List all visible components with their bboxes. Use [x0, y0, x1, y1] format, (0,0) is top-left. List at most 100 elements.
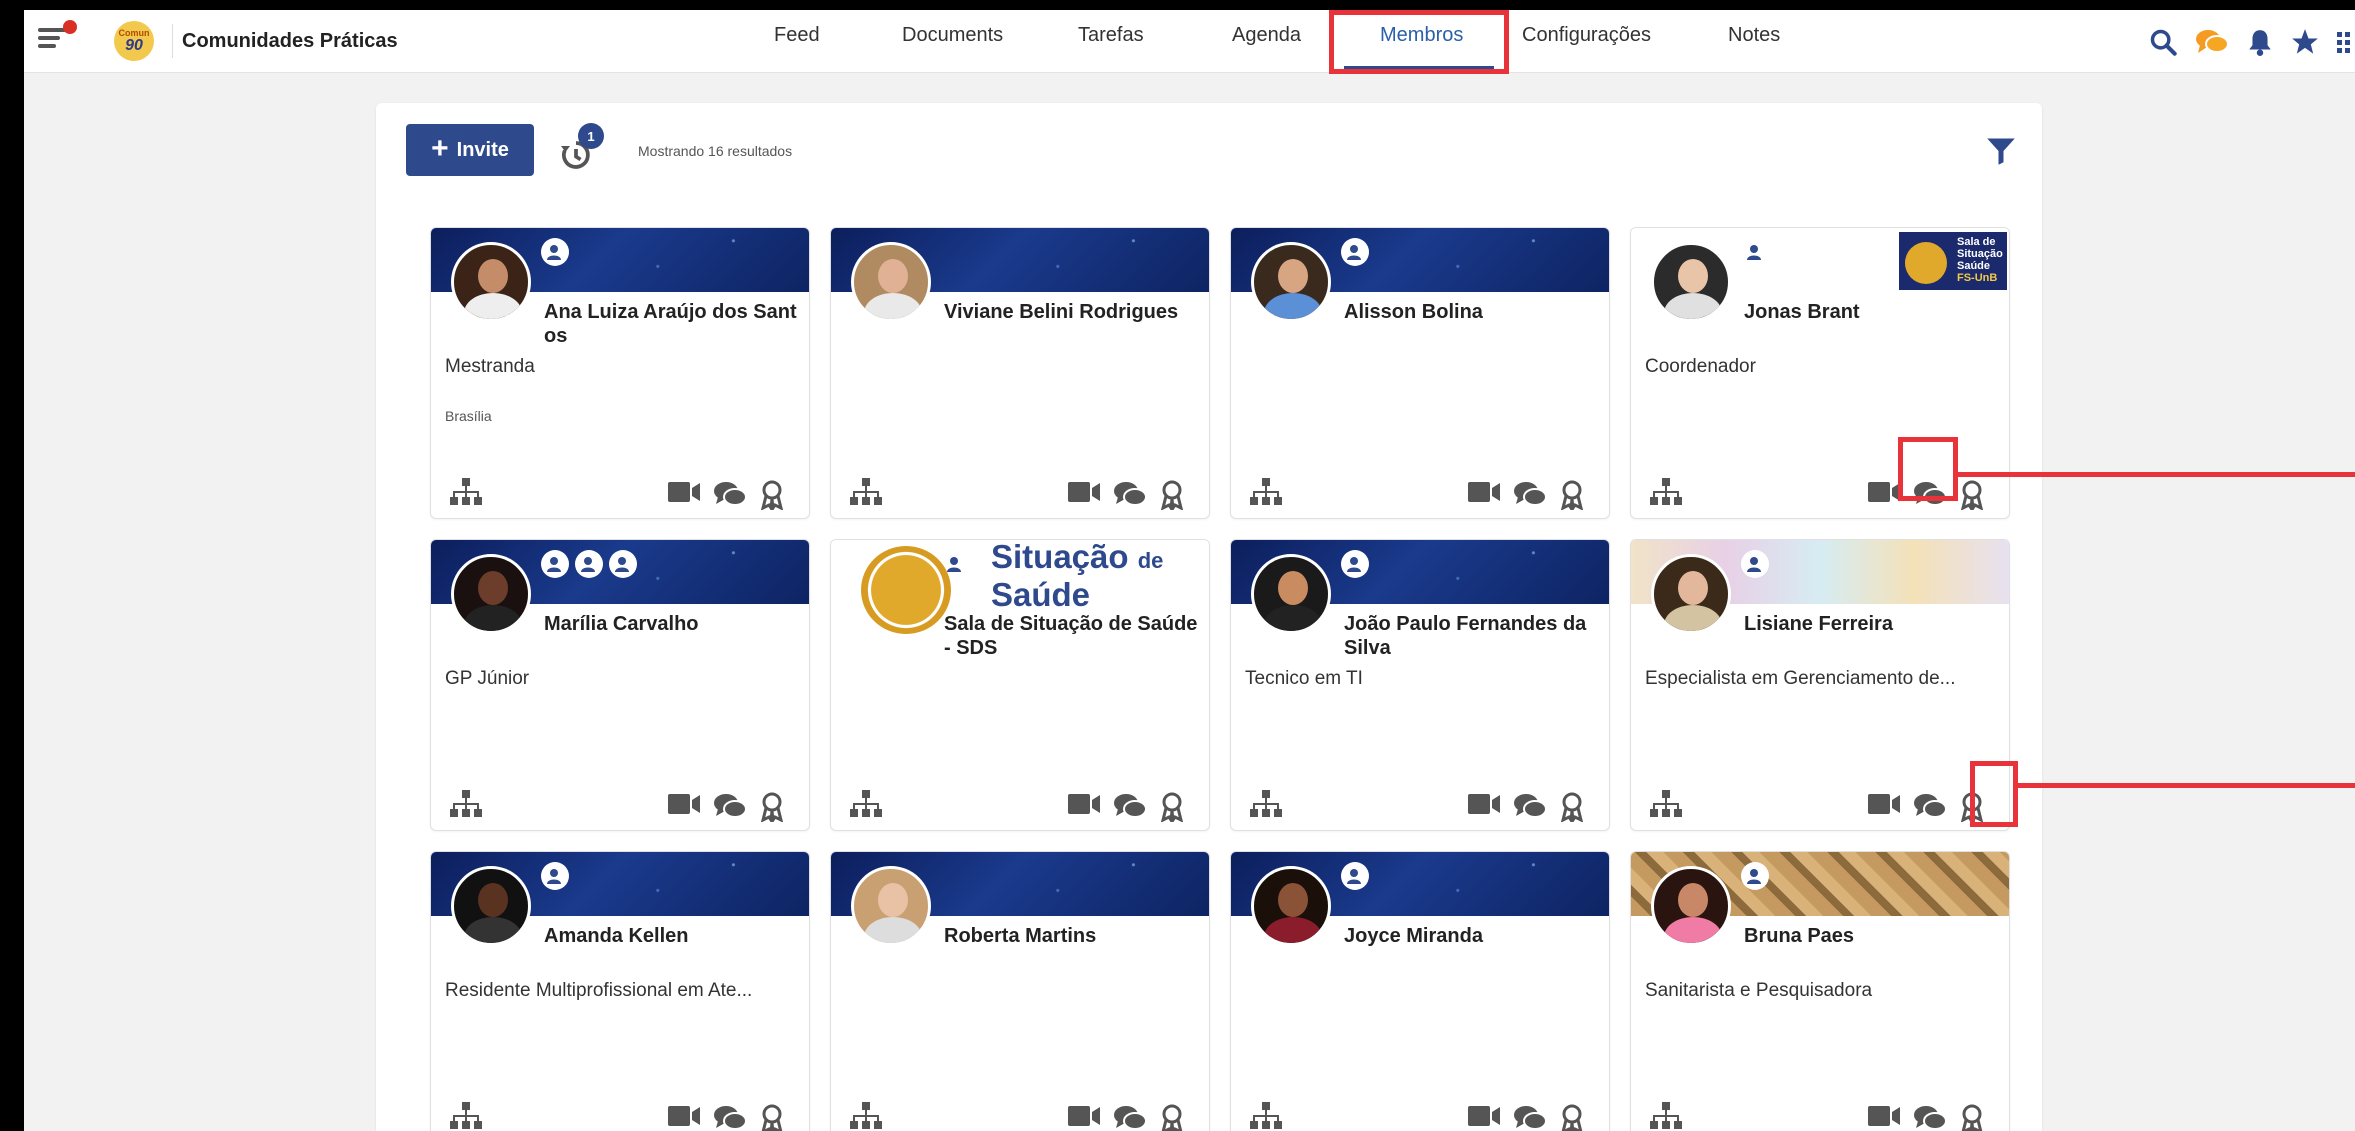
video-call-icon[interactable] — [668, 480, 702, 504]
chat-icon[interactable] — [1513, 1104, 1547, 1131]
member-name[interactable]: Marília Carvalho — [544, 612, 800, 636]
award-icon[interactable] — [760, 480, 784, 510]
video-call-icon[interactable] — [1068, 792, 1102, 816]
org-chart-icon[interactable] — [849, 478, 883, 508]
org-chart-icon[interactable] — [1649, 790, 1683, 820]
member-name[interactable]: Amanda Kellen — [544, 924, 800, 948]
star-icon[interactable] — [2291, 28, 2319, 56]
avatar[interactable] — [1251, 866, 1331, 946]
filter-icon[interactable] — [1986, 137, 2016, 165]
history-button[interactable]: 1 — [558, 123, 608, 173]
tab-agenda[interactable]: Agenda — [1232, 24, 1301, 47]
card-footer — [1631, 780, 2009, 830]
chat-icon[interactable] — [1913, 1104, 1947, 1131]
avatar[interactable] — [451, 242, 531, 322]
org-chart-icon[interactable] — [1249, 1102, 1283, 1131]
tab-membros[interactable]: Membros — [1380, 24, 1463, 47]
invite-button[interactable]: + Invite — [406, 124, 534, 176]
chat-icon[interactable] — [1913, 480, 1947, 508]
org-chart-icon[interactable] — [1649, 1102, 1683, 1131]
avatar[interactable] — [1651, 554, 1731, 634]
award-icon[interactable] — [1160, 792, 1184, 822]
avatar[interactable] — [1251, 242, 1331, 322]
chat-icon[interactable] — [1913, 792, 1947, 820]
video-call-icon[interactable] — [1468, 1104, 1502, 1128]
tab-configuracoes[interactable]: Configurações — [1522, 24, 1651, 47]
org-chart-icon[interactable] — [449, 1102, 483, 1131]
award-icon[interactable] — [760, 1104, 784, 1131]
award-icon[interactable] — [1160, 1104, 1184, 1131]
video-call-icon[interactable] — [1868, 792, 1902, 816]
org-chart-icon[interactable] — [849, 790, 883, 820]
avatar[interactable] — [851, 242, 931, 322]
member-name[interactable]: Lisiane Ferreira — [1744, 612, 2000, 636]
video-call-icon[interactable] — [1868, 1104, 1902, 1128]
tab-tarefas[interactable]: Tarefas — [1078, 24, 1144, 47]
member-name[interactable]: Viviane Belini Rodrigues — [944, 300, 1200, 324]
member-name[interactable]: João Paulo Fernandes da Silva — [1344, 612, 1600, 660]
member-card[interactable]: Marília Carvalho GP Júnior — [430, 539, 810, 831]
award-icon[interactable] — [1560, 480, 1584, 510]
chat-icon[interactable] — [1113, 480, 1147, 508]
video-call-icon[interactable] — [1068, 1104, 1102, 1128]
community-logo[interactable]: Comun 90 — [114, 21, 154, 61]
chat-icon[interactable] — [1513, 792, 1547, 820]
chat-icon[interactable] — [713, 480, 747, 508]
chat-icon[interactable] — [713, 1104, 747, 1131]
chat-icon[interactable] — [713, 792, 747, 820]
search-icon[interactable] — [2149, 28, 2177, 56]
video-call-icon[interactable] — [668, 1104, 702, 1128]
member-card[interactable]: Sala de Situação de Saúde - SDS Situação… — [830, 539, 1210, 831]
video-call-icon[interactable] — [668, 792, 702, 816]
member-card[interactable]: João Paulo Fernandes da Silva Tecnico em… — [1230, 539, 1610, 831]
chat-icon[interactable] — [1513, 480, 1547, 508]
member-card[interactable]: Jonas Brant Coordenador Sala de Situação S… — [1630, 227, 2010, 519]
award-icon[interactable] — [1960, 480, 1984, 510]
member-name[interactable]: Sala de Situação de Saúde - SDS — [944, 612, 1200, 660]
org-chart-icon[interactable] — [449, 790, 483, 820]
avatar[interactable] — [1651, 866, 1731, 946]
member-name[interactable]: Joyce Miranda — [1344, 924, 1600, 948]
member-name[interactable]: Alisson Bolina — [1344, 300, 1600, 324]
member-card[interactable]: Amanda Kellen Residente Multiprofissiona… — [430, 851, 810, 1131]
award-icon[interactable] — [760, 792, 784, 822]
org-chart-icon[interactable] — [1249, 790, 1283, 820]
member-card[interactable]: Viviane Belini Rodrigues — [830, 227, 1210, 519]
video-call-icon[interactable] — [1868, 480, 1902, 504]
chat-icon[interactable] — [1113, 1104, 1147, 1131]
bell-icon[interactable] — [2247, 28, 2273, 56]
video-call-icon[interactable] — [1468, 480, 1502, 504]
member-card[interactable]: Lisiane Ferreira Especialista em Gerenci… — [1630, 539, 2010, 831]
member-name[interactable]: Ana Luiza Araújo dos Santos — [544, 300, 800, 348]
org-chart-icon[interactable] — [849, 1102, 883, 1131]
avatar[interactable] — [851, 866, 931, 946]
member-card[interactable]: Bruna Paes Sanitarista e Pesquisadora — [1630, 851, 2010, 1131]
tab-notes[interactable]: Notes — [1728, 24, 1780, 47]
award-icon[interactable] — [1960, 792, 1984, 822]
org-chart-icon[interactable] — [1649, 478, 1683, 508]
member-name[interactable]: Jonas Brant — [1744, 300, 2000, 324]
member-card[interactable]: Joyce Miranda — [1230, 851, 1610, 1131]
chat-icon[interactable] — [2195, 27, 2229, 57]
avatar[interactable] — [1251, 554, 1331, 634]
award-icon[interactable] — [1960, 1104, 1984, 1131]
apps-grid-icon[interactable] — [2337, 28, 2351, 56]
member-card[interactable]: Ana Luiza Araújo dos Santos Mestranda Br… — [430, 227, 810, 519]
avatar[interactable] — [1651, 242, 1731, 322]
chat-icon[interactable] — [1113, 792, 1147, 820]
video-call-icon[interactable] — [1068, 480, 1102, 504]
award-icon[interactable] — [1160, 480, 1184, 510]
award-icon[interactable] — [1560, 792, 1584, 822]
avatar[interactable] — [451, 554, 531, 634]
member-name[interactable]: Bruna Paes — [1744, 924, 2000, 948]
avatar[interactable] — [451, 866, 531, 946]
award-icon[interactable] — [1560, 1104, 1584, 1131]
video-call-icon[interactable] — [1468, 792, 1502, 816]
member-card[interactable]: Roberta Martins — [830, 851, 1210, 1131]
member-card[interactable]: Alisson Bolina — [1230, 227, 1610, 519]
org-chart-icon[interactable] — [1249, 478, 1283, 508]
tab-documents[interactable]: Documents — [902, 24, 1003, 47]
tab-feed[interactable]: Feed — [774, 24, 820, 47]
org-chart-icon[interactable] — [449, 478, 483, 508]
member-name[interactable]: Roberta Martins — [944, 924, 1200, 948]
